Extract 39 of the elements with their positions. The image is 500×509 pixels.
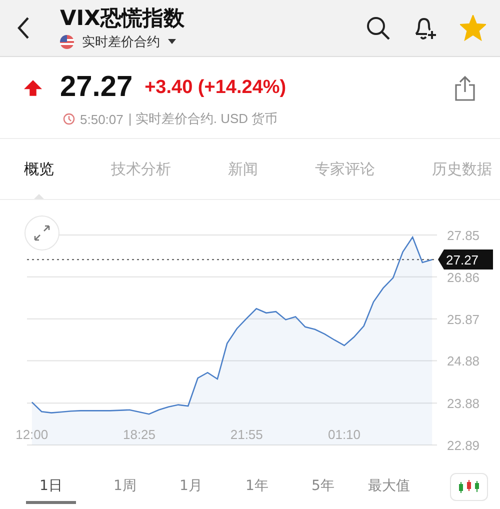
x-axis-label: 21:55 bbox=[230, 427, 263, 442]
flag-icon bbox=[60, 34, 74, 48]
instrument-type[interactable]: 实时差价合约 bbox=[82, 32, 160, 50]
tab[interactable]: 新闻 bbox=[228, 139, 258, 199]
search-icon[interactable] bbox=[366, 16, 390, 40]
ref-line-label: 27.27 bbox=[446, 252, 479, 268]
caret-icon[interactable] bbox=[168, 39, 176, 44]
y-axis-label: 25.87 bbox=[447, 312, 480, 327]
range-tab[interactable]: 1年 bbox=[224, 471, 290, 503]
range-tab[interactable]: 5年 bbox=[290, 471, 356, 503]
y-axis-label: 24.88 bbox=[447, 354, 480, 369]
current-price-label: 27.27 bbox=[438, 250, 493, 270]
share-icon[interactable] bbox=[454, 74, 476, 100]
x-axis-label: 12:00 bbox=[16, 427, 48, 442]
range-tab[interactable]: 1周 bbox=[92, 471, 158, 503]
y-axis-label: 22.89 bbox=[447, 438, 480, 453]
expand-button[interactable] bbox=[24, 216, 60, 250]
range-tab[interactable]: 最大值 bbox=[356, 471, 422, 503]
quote-time: 5:50:07 bbox=[80, 112, 124, 126]
y-axis-label: 23.88 bbox=[447, 396, 480, 412]
page-title: VIX恐慌指数 bbox=[60, 6, 186, 30]
y-axis-label: 27.85 bbox=[447, 228, 480, 243]
chart-type-button[interactable] bbox=[450, 473, 488, 501]
clock-icon bbox=[63, 113, 75, 125]
y-axis-label: 26.86 bbox=[447, 270, 480, 285]
price: 27.27 bbox=[60, 71, 133, 104]
range-tab[interactable]: 1日 bbox=[26, 470, 76, 504]
tab[interactable]: 专家评论 bbox=[315, 139, 375, 199]
x-axis-label: 18:25 bbox=[123, 427, 156, 442]
quote-info: | 实时差价合约. USD 货币 bbox=[128, 110, 278, 128]
price-change: +3.40 (+14.24%) bbox=[144, 76, 286, 98]
tab[interactable]: 概览 bbox=[24, 139, 54, 199]
range-tab[interactable]: 1月 bbox=[158, 471, 224, 503]
back-icon[interactable] bbox=[16, 16, 30, 40]
star-icon[interactable] bbox=[460, 15, 486, 41]
candlestick-icon bbox=[458, 480, 480, 494]
tab[interactable]: 历史数据 bbox=[432, 139, 492, 199]
tab[interactable]: 技术分析 bbox=[111, 139, 171, 199]
x-axis-label: 01:10 bbox=[328, 427, 361, 442]
